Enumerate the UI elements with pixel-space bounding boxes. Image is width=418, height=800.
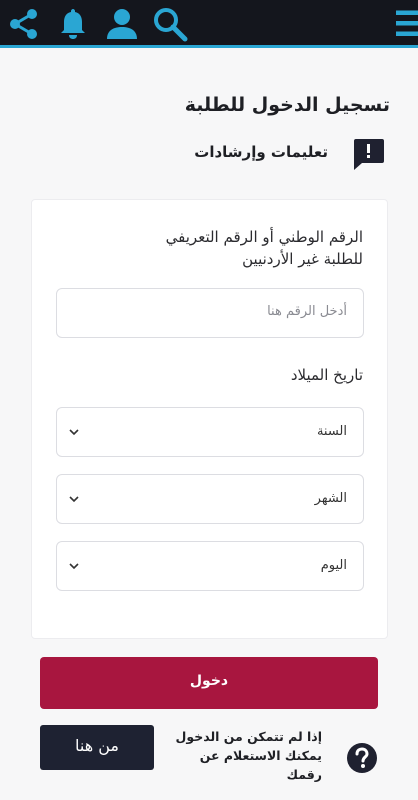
- user-icon[interactable]: [104, 6, 140, 42]
- instructions-link[interactable]: تعليمات وإرشادات: [186, 137, 386, 171]
- search-icon[interactable]: [152, 6, 188, 42]
- chevron-down-icon: [69, 494, 79, 504]
- bell-icon[interactable]: [55, 6, 91, 42]
- day-select-value: اليوم: [320, 558, 347, 573]
- month-select-value: الشهر: [314, 491, 347, 506]
- birth-date-label: تاريخ الميلاد: [290, 366, 363, 384]
- chevron-down-icon: [69, 561, 79, 571]
- menu-icon[interactable]: [390, 6, 418, 42]
- instructions-label: تعليمات وإرشادات: [194, 143, 328, 161]
- page-title: تسجيل الدخول للطلبة: [184, 94, 390, 116]
- help-text: إذا لم تتمكن من الدخول يمكنك الاستعلام ع…: [175, 729, 322, 782]
- month-select[interactable]: الشهر: [56, 474, 364, 524]
- national-id-input[interactable]: أدخل الرقم هنا: [56, 288, 364, 338]
- help-icon: [346, 742, 378, 774]
- national-id-label: الرقم الوطني أو الرقم التعريفي للطلبة غي…: [165, 228, 363, 268]
- lookup-here-button[interactable]: من هنا: [40, 725, 154, 770]
- login-form-card: الرقم الوطني أو الرقم التعريفي للطلبة غي…: [31, 199, 388, 639]
- lookup-here-label: من هنا: [75, 736, 119, 755]
- top-bar: [0, 0, 418, 48]
- day-select[interactable]: اليوم: [56, 541, 364, 591]
- login-button[interactable]: دخول: [40, 657, 378, 709]
- year-select-value: السنة: [316, 424, 347, 439]
- year-select[interactable]: السنة: [56, 407, 364, 457]
- login-button-label: دخول: [189, 673, 229, 689]
- chevron-down-icon: [69, 427, 79, 437]
- national-id-placeholder: أدخل الرقم هنا: [267, 304, 347, 319]
- alert-bubble-icon: [350, 137, 386, 171]
- share-icon[interactable]: [6, 6, 42, 42]
